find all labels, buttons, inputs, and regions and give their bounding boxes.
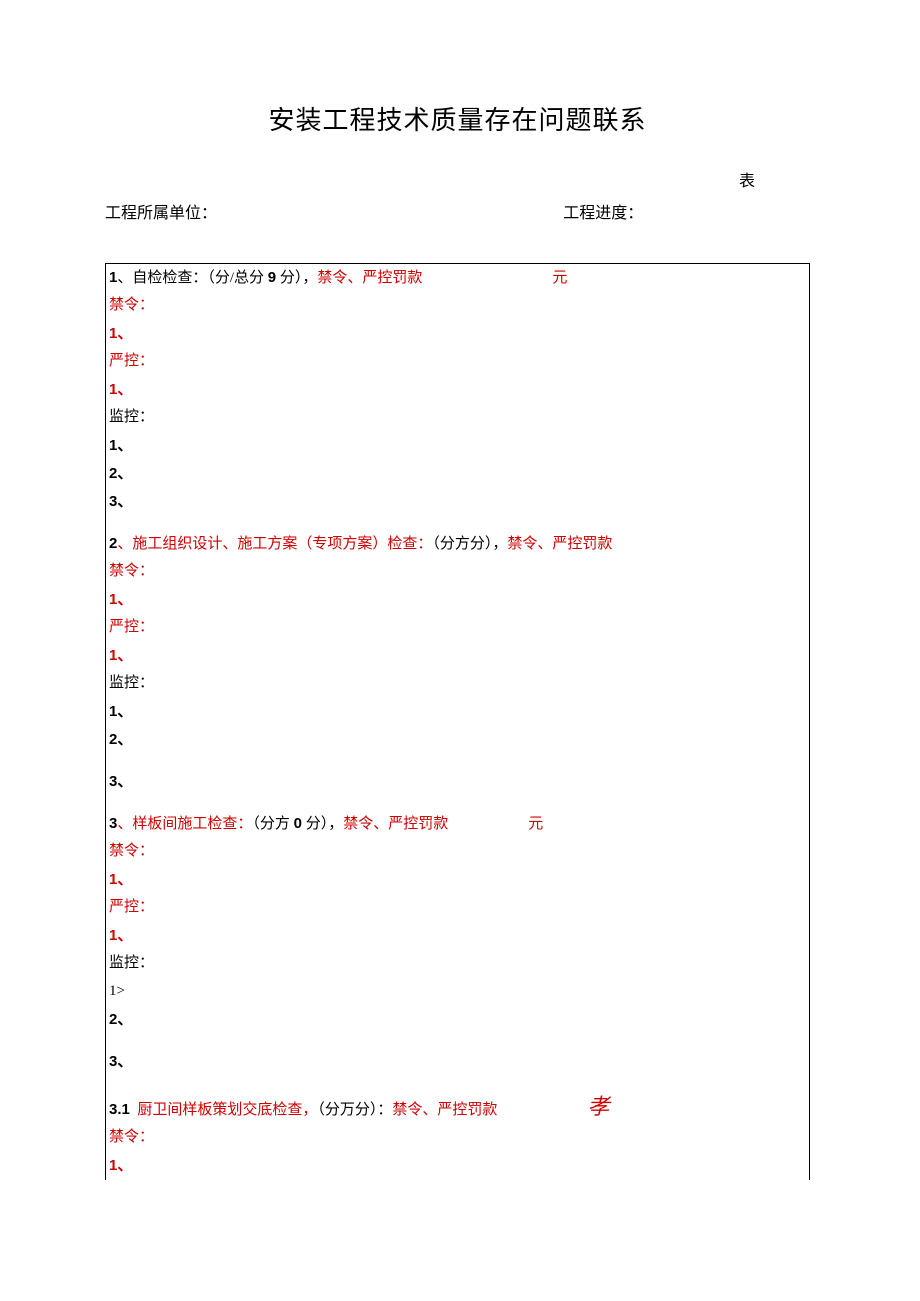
yankong-label: 严控： — [106, 614, 809, 642]
text: 分）， — [302, 816, 343, 832]
text: （分方分）， — [432, 536, 507, 552]
yankong-item: 1、 — [106, 376, 809, 404]
header-row: 工程所属单位： 工程进度： — [105, 199, 810, 223]
yankong-label: 严控： — [106, 894, 809, 922]
section-3-1-num: 3.1 — [109, 1101, 130, 1118]
text: 、施工组织设计、施工方案（专项方案）检查： — [117, 536, 432, 552]
jiankong-item: 2、 — [106, 726, 809, 754]
spacer — [106, 754, 809, 768]
jiankong-item: 3、 — [106, 768, 809, 796]
yankong-item: 1、 — [106, 922, 809, 950]
text: （分万分）： — [317, 1102, 392, 1118]
section-3-head: 3、样板间施工检查：（分方 0 分），禁令、严控罚款元 — [106, 810, 809, 838]
jinling-label: 禁令： — [106, 838, 809, 866]
spacer — [106, 516, 809, 530]
text: 9 — [268, 269, 276, 286]
yankong-item: 1、 — [106, 642, 809, 670]
jiankong-label: 监控： — [106, 404, 809, 432]
text: 0 — [294, 815, 302, 832]
spacer — [106, 1076, 809, 1090]
text: 、样板间施工检查： — [117, 816, 252, 832]
jinling-item: 1、 — [106, 320, 809, 348]
text: 厨卫间样板策划交底检查， — [137, 1102, 317, 1118]
jiankong-item: 1> — [106, 978, 809, 1006]
jiankong-item: 3、 — [106, 488, 809, 516]
yuan: 元 — [552, 271, 567, 286]
script-char: 孝 — [587, 1096, 609, 1118]
page-title: 安装工程技术质量存在问题联系 — [105, 100, 810, 137]
text: 禁令、严控罚款 — [343, 816, 448, 832]
jiankong-label: 监控： — [106, 950, 809, 978]
jinling-item: 1、 — [106, 1152, 809, 1180]
spacer — [106, 796, 809, 810]
table-marker: 表 — [105, 167, 810, 191]
content-box: 1、自检检查：（分/总分 9 分），禁令、严控罚款元 禁令： 1、 严控： 1、… — [105, 263, 810, 1180]
jinling-label: 禁令： — [106, 1124, 809, 1152]
jiankong-item: 1、 — [106, 432, 809, 460]
jiankong-label: 监控： — [106, 670, 809, 698]
yuan: 元 — [528, 817, 543, 832]
jinling-item: 1、 — [106, 866, 809, 894]
yankong-label: 严控： — [106, 348, 809, 376]
jiankong-item: 2、 — [106, 1006, 809, 1034]
section-2-head: 2、施工组织设计、施工方案（专项方案）检查：（分方分），禁令、严控罚款 — [106, 530, 809, 558]
text: 分/总分 — [215, 270, 268, 286]
section-1-head: 1、自检检查：（分/总分 9 分），禁令、严控罚款元 — [106, 264, 809, 292]
text: 、自检检查：（ — [117, 270, 215, 286]
text: 禁令、严控罚款 — [317, 270, 422, 286]
spacer — [106, 1034, 809, 1048]
jinling-label: 禁令： — [106, 558, 809, 586]
text: 禁令、严控罚款 — [507, 536, 612, 552]
jinling-label: 禁令： — [106, 292, 809, 320]
progress-label: 工程进度： — [563, 199, 810, 223]
unit-label: 工程所属单位： — [105, 199, 563, 223]
jiankong-item: 2、 — [106, 460, 809, 488]
jiankong-item: 3、 — [106, 1048, 809, 1076]
section-3-1-head: 3.1 厨卫间样板策划交底检查，（分万分）：禁令、严控罚款 孝 — [106, 1090, 809, 1124]
jinling-item: 1、 — [106, 586, 809, 614]
text: 禁令、严控罚款 — [392, 1102, 497, 1118]
text: （分方 — [252, 816, 293, 832]
text: 分）， — [276, 270, 317, 286]
jiankong-item: 1、 — [106, 698, 809, 726]
